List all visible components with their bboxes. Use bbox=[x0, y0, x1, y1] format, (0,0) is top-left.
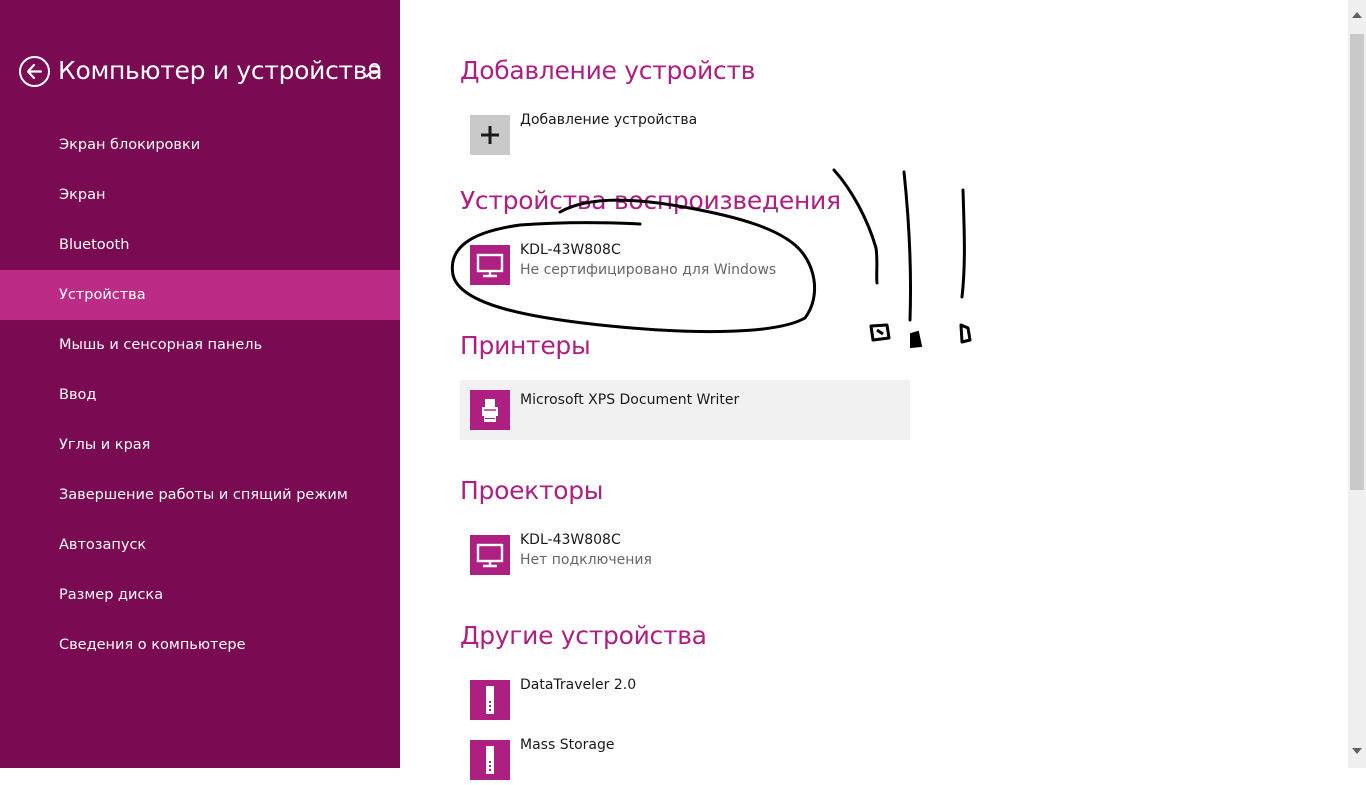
sidebar-item-label: Автозапуск bbox=[59, 537, 147, 553]
section-title-playback-devices: Устройства воспроизведения bbox=[460, 186, 841, 215]
scrollbar-thumb[interactable] bbox=[1350, 34, 1364, 490]
sidebar-item-devices[interactable]: Устройства bbox=[0, 270, 400, 320]
section-title-add-devices: Добавление устройств bbox=[460, 56, 756, 85]
sidebar-item-autoplay[interactable]: Автозапуск bbox=[0, 520, 400, 570]
section-title-projectors: Проекторы bbox=[460, 476, 604, 505]
usb-drive-icon bbox=[470, 680, 510, 720]
sidebar-item-label: Размер диска bbox=[59, 587, 164, 603]
back-arrow-icon[interactable] bbox=[19, 56, 50, 87]
sidebar-item-pc-info[interactable]: Сведения о компьютере bbox=[0, 620, 400, 670]
search-icon[interactable] bbox=[363, 61, 383, 81]
sidebar-item-label: Сведения о компьютере bbox=[59, 637, 246, 653]
device-name: Microsoft XPS Document Writer bbox=[520, 392, 740, 408]
sidebar-item-bluetooth[interactable]: Bluetooth bbox=[0, 220, 400, 270]
scroll-down-arrow-icon[interactable] bbox=[1348, 742, 1366, 760]
sidebar-item-label: Мышь и сенсорная панель bbox=[59, 337, 263, 353]
printer-icon bbox=[470, 390, 510, 430]
sidebar-item-label: Завершение работы и спящий режим bbox=[59, 487, 348, 503]
device-name: Mass Storage bbox=[520, 737, 615, 753]
device-name: KDL-43W808C bbox=[520, 532, 621, 548]
sidebar-item-label: Bluetooth bbox=[59, 237, 130, 253]
sidebar-item-lock-screen[interactable]: Экран блокировки bbox=[0, 120, 400, 170]
sidebar-item-mouse-touchpad[interactable]: Мышь и сенсорная панель bbox=[0, 320, 400, 370]
sidebar-item-corners-edges[interactable]: Углы и края bbox=[0, 420, 400, 470]
sidebar-item-display[interactable]: Экран bbox=[0, 170, 400, 220]
sidebar-item-label: Ввод bbox=[59, 387, 97, 403]
device-item-mass-storage[interactable]: Mass Storage bbox=[460, 725, 910, 785]
main-content: Добавление устройств Добавление устройст… bbox=[400, 0, 1348, 780]
sidebar-item-label: Экран bbox=[59, 187, 106, 203]
sidebar-item-typing[interactable]: Ввод bbox=[0, 370, 400, 420]
add-device-button[interactable]: Добавление устройства bbox=[460, 100, 910, 160]
sidebar-header: Компьютер и устройства bbox=[19, 52, 389, 92]
device-name: DataTraveler 2.0 bbox=[520, 677, 637, 693]
sidebar-item-disk-space[interactable]: Размер диска bbox=[0, 570, 400, 620]
sidebar-item-label: Экран блокировки bbox=[59, 137, 201, 153]
device-status: Не сертифицировано для Windows bbox=[520, 262, 777, 278]
sidebar-title: Компьютер и устройства bbox=[58, 56, 383, 85]
device-item-datatraveler[interactable]: DataTraveler 2.0 bbox=[460, 665, 910, 725]
add-device-label: Добавление устройства bbox=[520, 112, 698, 128]
sidebar-item-label: Устройства bbox=[59, 287, 146, 303]
section-title-other-devices: Другие устройства bbox=[460, 621, 707, 650]
device-item-kdl-projector[interactable]: KDL-43W808C Нет подключения bbox=[460, 520, 910, 580]
sidebar-item-power-sleep[interactable]: Завершение работы и спящий режим bbox=[0, 470, 400, 520]
device-item-kdl-playback[interactable]: KDL-43W808C Не сертифицировано для Windo… bbox=[460, 230, 910, 290]
sidebar: Компьютер и устройства Экран блокировки … bbox=[0, 0, 400, 768]
device-item-xps-writer[interactable]: Microsoft XPS Document Writer bbox=[460, 380, 910, 440]
monitor-icon bbox=[470, 245, 510, 285]
monitor-icon bbox=[470, 535, 510, 575]
device-name: KDL-43W808C bbox=[520, 242, 621, 258]
sidebar-nav: Экран блокировки Экран Bluetooth Устройс… bbox=[0, 120, 400, 670]
device-status: Нет подключения bbox=[520, 552, 652, 568]
vertical-scrollbar[interactable] bbox=[1348, 0, 1366, 768]
scroll-up-arrow-icon[interactable] bbox=[1348, 6, 1366, 24]
plus-icon bbox=[470, 115, 510, 155]
section-title-printers: Принтеры bbox=[460, 331, 591, 360]
sidebar-item-label: Углы и края bbox=[59, 437, 151, 453]
usb-drive-icon bbox=[470, 740, 510, 780]
